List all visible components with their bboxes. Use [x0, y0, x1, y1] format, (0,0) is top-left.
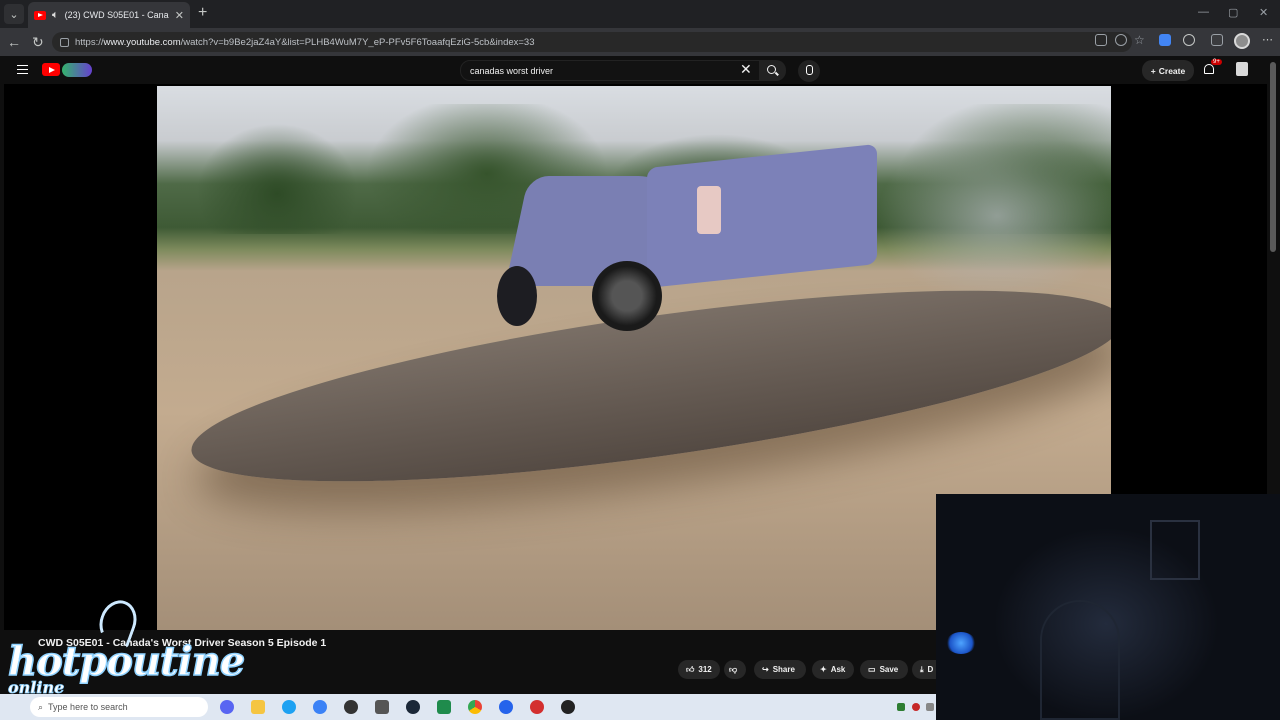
zoom-icon[interactable]: [1115, 34, 1127, 46]
new-tab-icon[interactable]: +: [198, 4, 207, 22]
tray-icon-grey[interactable]: [926, 703, 934, 711]
youtube-favicon-icon: [34, 10, 46, 20]
browser-tab-youtube[interactable]: 🔈︎ (23) CWD S05E01 - Canada's W ✕: [28, 2, 190, 28]
plus-icon: +: [1150, 65, 1156, 76]
apps-grid-icon[interactable]: [1095, 34, 1107, 46]
thumbs-up-icon: 👍︎: [686, 664, 695, 674]
sync-icon[interactable]: [1183, 34, 1195, 46]
bookmark-star-icon[interactable]: ☆: [1134, 34, 1146, 46]
tray-icon-red[interactable]: [912, 703, 920, 711]
site-info-icon[interactable]: [60, 37, 69, 47]
save-button[interactable]: ▭ Save: [860, 660, 908, 679]
hamburger-menu-icon[interactable]: [17, 65, 28, 74]
search-icon[interactable]: [760, 60, 786, 81]
browser-toolbar: ← ↻ https://www.youtube.com/watch?v=b9Be…: [0, 28, 1280, 56]
download-icon: ⤓: [920, 664, 924, 674]
discord-icon[interactable]: [220, 700, 234, 714]
webcam-blue-light: [946, 632, 976, 654]
tab-title: (23) CWD S05E01 - Canada's W: [64, 10, 169, 20]
video-truck: [487, 143, 887, 331]
extensions-puzzle-icon[interactable]: [1211, 34, 1223, 46]
address-bar[interactable]: https://www.youtube.com/watch?v=b9Be2jaZ…: [52, 32, 1132, 52]
app-icon-bluish[interactable]: [499, 700, 513, 714]
tray-icon-green[interactable]: [897, 703, 905, 711]
clear-search-icon[interactable]: ✕: [740, 61, 752, 78]
extension-icon[interactable]: [1159, 34, 1171, 46]
close-tab-icon[interactable]: ✕: [175, 9, 184, 22]
settings-gear-icon[interactable]: [375, 700, 389, 714]
save-icon: ▭: [868, 665, 876, 674]
taskbar-search[interactable]: ⌕ Type here to search: [30, 697, 208, 717]
download-button[interactable]: ⤓ D: [912, 660, 936, 679]
more-menu-icon[interactable]: ⋯: [1262, 34, 1274, 46]
app-icon-red[interactable]: [530, 700, 544, 714]
thumbs-down-icon: 👎︎: [729, 664, 738, 674]
microphone-icon[interactable]: [798, 60, 820, 82]
back-arrow-icon[interactable]: ←: [7, 34, 21, 50]
edge-icon[interactable]: [282, 700, 296, 714]
close-window-icon[interactable]: ✕: [1259, 6, 1268, 19]
app-icon-dark[interactable]: [561, 700, 575, 714]
speaker-icon[interactable]: 🔈︎: [52, 9, 59, 22]
chrome-icon[interactable]: [468, 700, 482, 714]
url-text: https://www.youtube.com/watch?v=b9Be2jaZ…: [75, 36, 535, 48]
notification-badge: 9+: [1211, 59, 1222, 65]
search-input[interactable]: [470, 65, 730, 76]
taskbar-search-placeholder: Type here to search: [48, 702, 128, 712]
minimize-icon[interactable]: —: [1198, 6, 1209, 18]
page-scrollbar[interactable]: [1270, 62, 1276, 252]
youtube-header: ✕ +Create 9+: [0, 56, 1280, 84]
search-box[interactable]: [460, 60, 760, 81]
video-smoke: [877, 126, 1111, 306]
tab-search-chevron-icon[interactable]: ⌄: [4, 4, 24, 24]
dislike-button[interactable]: 👎︎: [724, 660, 746, 679]
youtube-doodle-logo[interactable]: [62, 63, 92, 77]
search-icon: ⌕: [38, 701, 44, 712]
webcam-window-shape: [1150, 520, 1200, 580]
like-button[interactable]: 👍︎ 312: [678, 660, 720, 679]
steam-taskbar-icon[interactable]: [406, 700, 420, 714]
obs-icon[interactable]: [344, 700, 358, 714]
spreadsheet-icon[interactable]: [437, 700, 451, 714]
notifications-bell-icon[interactable]: [1204, 64, 1214, 74]
profile-avatar[interactable]: [1234, 33, 1250, 49]
stream-overlay-logo: hotpoutine online: [7, 595, 246, 697]
maximize-icon[interactable]: ▢: [1228, 6, 1238, 19]
share-icon: ↪: [762, 665, 769, 674]
browser-tab-strip: ⌄ 🔈︎ (23) CWD S05E01 - Canada's W ✕ + — …: [0, 0, 1280, 28]
sparkle-icon: ✦: [820, 665, 827, 674]
app-icon-blue[interactable]: [313, 700, 327, 714]
file-explorer-icon[interactable]: [251, 700, 265, 714]
share-button[interactable]: ↪ Share: [754, 660, 806, 679]
ask-button[interactable]: ✦ Ask: [812, 660, 854, 679]
account-avatar[interactable]: [1236, 62, 1248, 76]
youtube-logo-icon[interactable]: [42, 63, 60, 76]
webcam-chair-shape: [1040, 600, 1120, 720]
reload-icon[interactable]: ↻: [32, 34, 44, 51]
create-button[interactable]: + Create: [1142, 60, 1194, 81]
